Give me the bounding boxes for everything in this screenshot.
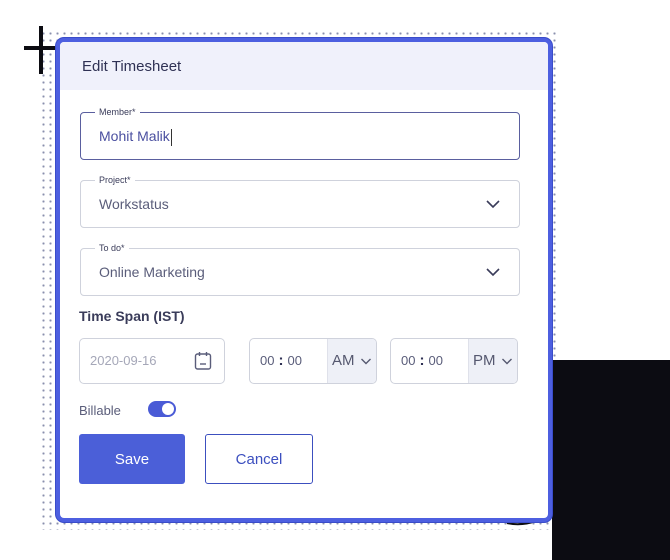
dialog-title: Edit Timesheet	[82, 57, 182, 75]
chevron-down-icon[interactable]	[485, 196, 501, 212]
toggle-knob	[162, 403, 174, 415]
chevron-down-icon	[502, 358, 512, 365]
start-time-picker[interactable]: 00:00 AM	[249, 338, 377, 384]
billable-label: Billable	[79, 403, 121, 418]
project-select[interactable]: Project* Workstatus	[80, 174, 520, 228]
member-input[interactable]: Mohit Malik	[99, 113, 172, 159]
end-period-select[interactable]: PM	[468, 339, 517, 383]
time-separator: :	[278, 352, 284, 369]
end-hours: 00	[401, 353, 416, 368]
save-button[interactable]: Save	[79, 434, 185, 484]
plus-decoration-icon	[24, 26, 58, 74]
dialog-header: Edit Timesheet	[60, 42, 548, 90]
billable-toggle[interactable]	[148, 401, 176, 417]
date-value: 2020-09-16	[90, 353, 157, 368]
start-time-digits[interactable]: 00:00	[260, 339, 302, 383]
member-field[interactable]: Member* Mohit Malik	[80, 106, 520, 160]
end-time-picker[interactable]: 00:00 PM	[390, 338, 518, 384]
time-span-title: Time Span (IST)	[79, 308, 185, 324]
end-period-value: PM	[473, 352, 496, 369]
start-hours: 00	[260, 353, 275, 368]
todo-value: Online Marketing	[99, 264, 205, 280]
start-period-value: AM	[332, 352, 355, 369]
project-value: Workstatus	[99, 196, 169, 212]
background-dark-block	[552, 360, 670, 560]
edit-timesheet-dialog: Edit Timesheet Member* Mohit Malik Proje…	[56, 38, 552, 522]
time-separator: :	[419, 352, 425, 369]
calendar-icon[interactable]	[194, 351, 212, 371]
chevron-down-icon[interactable]	[485, 264, 501, 280]
end-minutes: 00	[428, 353, 443, 368]
start-period-select[interactable]: AM	[327, 339, 376, 383]
text-caret	[170, 128, 172, 146]
date-input[interactable]: 2020-09-16	[79, 338, 225, 384]
end-time-digits[interactable]: 00:00	[401, 339, 443, 383]
cancel-button[interactable]: Cancel	[205, 434, 313, 484]
todo-select[interactable]: To do* Online Marketing	[80, 242, 520, 296]
member-value: Mohit Malik	[99, 128, 170, 144]
start-minutes: 00	[287, 353, 302, 368]
chevron-down-icon	[361, 358, 371, 365]
